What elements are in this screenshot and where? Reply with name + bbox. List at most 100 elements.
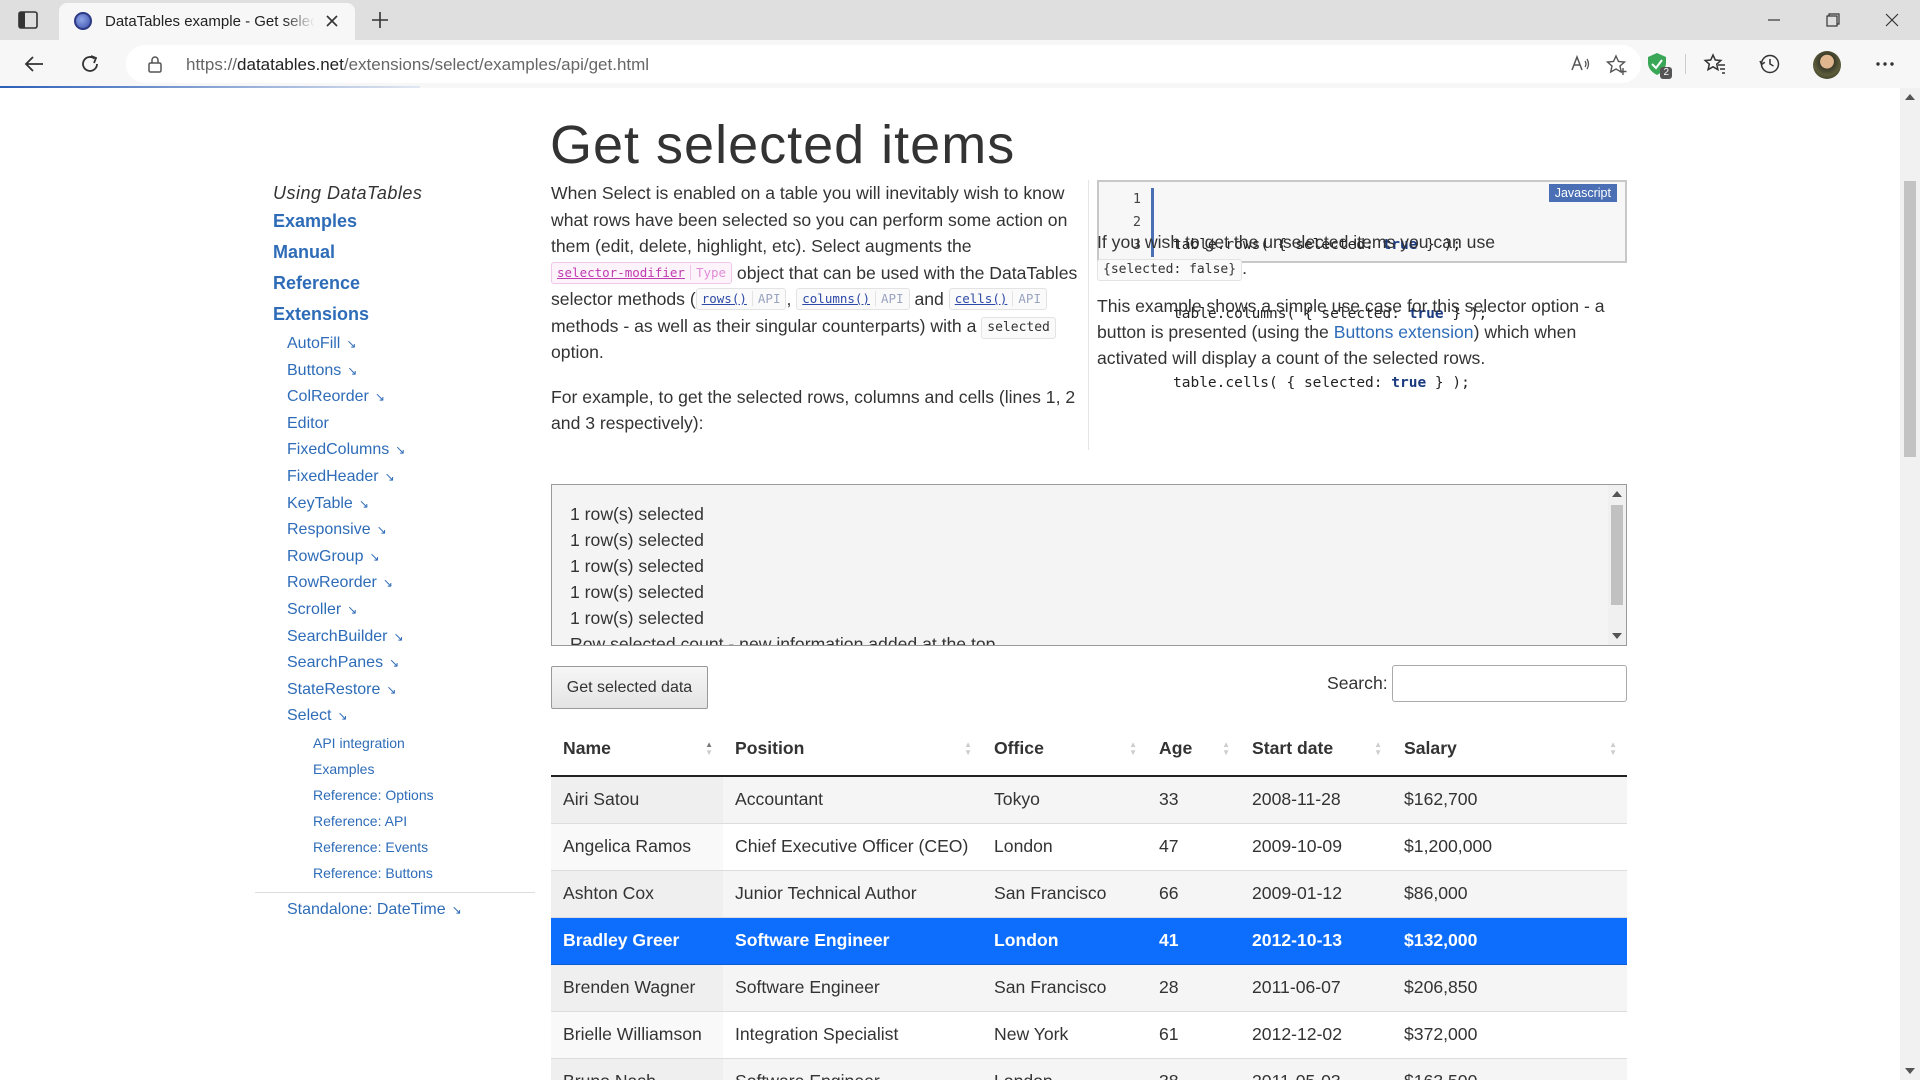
selector-modifier-type-link[interactable]: selector-modifier Type [551, 261, 733, 284]
sidebar-item-buttons[interactable]: Buttons ↘ [287, 362, 357, 380]
rows-api-link[interactable]: rows() API [695, 288, 787, 310]
cell-salary: $1,200,000 [1392, 823, 1627, 871]
sidebar-link-examples[interactable]: Examples [273, 211, 357, 232]
table-row[interactable]: Bruno NashSoftware EngineerLondon382011-… [551, 1058, 1627, 1080]
table-row-selected[interactable]: Bradley Greer Software Engineer London 41 20… [551, 917, 1627, 965]
profile-avatar[interactable] [1813, 51, 1841, 79]
sidebar-item-staterestore[interactable]: StateRestore ↘ [287, 681, 396, 699]
sidebar-item-editor[interactable]: Editor [287, 415, 329, 433]
cell-start: 2009-01-12 [1240, 870, 1392, 918]
column-header-salary[interactable]: Salary ▲ ▼ [1392, 722, 1627, 777]
sidebar-item-responsive[interactable]: Responsive ↘ [287, 521, 387, 539]
tab-actions-icon[interactable] [17, 9, 39, 31]
scroll-down-arrow-icon[interactable] [1612, 633, 1622, 639]
select-subitem-reference-options[interactable]: Reference: Options [313, 787, 434, 803]
table-search-input[interactable] [1392, 665, 1627, 702]
page-scroll-down-icon[interactable] [1905, 1068, 1915, 1074]
sort-indicator-icon: ▲ ▼ [1609, 740, 1617, 757]
minimize-window-icon[interactable] [1746, 0, 1802, 40]
restore-window-icon[interactable] [1805, 0, 1861, 40]
column-header-position[interactable]: Position ▲ ▼ [723, 722, 982, 777]
sidebar-item-fixedheader[interactable]: FixedHeader ↘ [287, 468, 395, 486]
external-arrow-icon: ↘ [346, 337, 357, 351]
tab-title: DataTables example - Get selected items [105, 13, 315, 30]
page-title: Get selected items [550, 115, 1016, 175]
log-scrollbar-thumb[interactable] [1611, 505, 1623, 605]
sidebar-item-searchpanes[interactable]: SearchPanes ↘ [287, 654, 399, 672]
sidebar-item-autofill[interactable]: AutoFill ↘ [287, 335, 356, 353]
get-selected-data-button[interactable]: Get selected data [551, 666, 708, 709]
scroll-up-arrow-icon[interactable] [1612, 491, 1622, 497]
selection-log-box[interactable]: 1 row(s) selected 1 row(s) selected 1 ro… [551, 484, 1627, 646]
read-aloud-icon[interactable] [1569, 53, 1591, 75]
add-favorite-star-icon[interactable] [1605, 53, 1629, 77]
sidebar-item-rowreorder[interactable]: RowReorder ↘ [287, 574, 393, 592]
select-subitem-reference-buttons[interactable]: Reference: Buttons [313, 865, 433, 881]
intro-text-c: methods - as well as their singular coun… [551, 315, 982, 336]
sidebar-item-label: KeyTable [287, 494, 353, 512]
unselected-code: {selected: false} [1097, 259, 1243, 281]
select-subitem-reference-events[interactable]: Reference: Events [313, 839, 428, 855]
unselected-text-b: . [1242, 258, 1247, 278]
close-window-icon[interactable] [1864, 0, 1920, 40]
page-scroll-up-icon[interactable] [1905, 94, 1915, 100]
table-row[interactable]: Brenden Wagner Software Engineer San Franc… [551, 964, 1627, 1012]
log-line: 1 row(s) selected [570, 608, 704, 628]
log-line: Row selected count - new information add… [570, 634, 996, 646]
buttons-extension-link[interactable]: Buttons extension [1334, 322, 1474, 342]
history-icon[interactable] [1758, 52, 1782, 76]
table-row[interactable]: Ashton Cox Junior Technical Author San Fra… [551, 870, 1627, 918]
refresh-icon[interactable] [78, 52, 102, 76]
external-arrow-icon: ↘ [347, 363, 358, 378]
sidebar-link-extensions[interactable]: Extensions [273, 304, 369, 325]
address-bar[interactable]: https://datatables.net/extensions/select… [126, 45, 1641, 83]
extension-shield-icon[interactable]: 2 [1644, 51, 1672, 79]
external-arrow-icon: ↘ [369, 549, 380, 564]
sidebar-item-standalone-datetime[interactable]: Standalone: DateTime ↘ [287, 901, 462, 919]
datatables-favicon-icon [74, 12, 92, 30]
more-options-icon[interactable] [1873, 52, 1897, 76]
lock-icon[interactable] [146, 55, 164, 73]
columns-api-label: columns() [802, 291, 870, 306]
sidebar-link-reference[interactable]: Reference [273, 273, 360, 294]
table-row[interactable]: Airi Satou Accountant Tokyo 33 2008-11-28 $16… [551, 776, 1627, 824]
sidebar-separator [255, 892, 535, 893]
column-header-name[interactable]: Name ▲ ▼ [551, 722, 723, 777]
sidebar-item-colreorder[interactable]: ColReorder ↘ [287, 388, 385, 406]
sidebar-item-label: FixedColumns [287, 441, 390, 459]
columns-api-link[interactable]: columns() API [796, 288, 910, 310]
table-row[interactable]: Brielle Williamson Integration Specialist… [551, 1011, 1627, 1059]
external-arrow-icon: ↘ [374, 390, 385, 405]
table-row[interactable]: Angelica Ramos Chief Executive Officer (C… [551, 823, 1627, 871]
page-scrollbar-thumb[interactable] [1904, 181, 1916, 457]
employees-table: Name ▲ ▼ Position ▲ ▼ Office ▲ ▼ Age ▲ ▼ Start d… [551, 722, 1627, 1080]
new-tab-plus-icon[interactable] [368, 8, 392, 32]
column-header-start-date[interactable]: Start date ▲ ▼ [1240, 722, 1392, 777]
sidebar-item-searchbuilder[interactable]: SearchBuilder ↘ [287, 628, 404, 646]
sidebar-item-scroller[interactable]: Scroller ↘ [287, 601, 357, 619]
select-subitem-api-integration[interactable]: API integration [313, 735, 405, 751]
favorites-icon[interactable] [1703, 52, 1727, 76]
column-divider [1088, 180, 1089, 450]
column-header-age[interactable]: Age ▲ ▼ [1147, 722, 1240, 777]
page-scrollbar[interactable] [1900, 88, 1920, 1080]
sidebar-item-label: AutoFill [287, 335, 341, 352]
cells-api-link[interactable]: cells() API [948, 288, 1047, 310]
sidebar-item-rowgroup[interactable]: RowGroup ↘ [287, 548, 380, 566]
sidebar-item-label: Editor [287, 414, 329, 432]
intro-text-d: option. [551, 342, 604, 362]
close-tab-icon[interactable] [323, 12, 341, 30]
sidebar-item-fixedcolumns[interactable]: FixedColumns ↘ [287, 441, 405, 459]
url-text[interactable]: https://datatables.net/extensions/select… [186, 55, 649, 75]
external-arrow-icon: ↘ [395, 443, 406, 458]
sidebar-item-select[interactable]: Select ↘ [287, 707, 348, 725]
log-scrollbar[interactable] [1608, 485, 1626, 645]
back-arrow-icon[interactable] [22, 52, 46, 76]
sidebar-item-keytable[interactable]: KeyTable ↘ [287, 495, 369, 513]
select-subitem-examples[interactable]: Examples [313, 761, 374, 777]
column-header-office[interactable]: Office ▲ ▼ [982, 722, 1147, 777]
sidebar-link-manual[interactable]: Manual [273, 242, 335, 263]
select-subitem-reference-api[interactable]: Reference: API [313, 813, 407, 829]
sort-indicator-icon: ▲ ▼ [964, 740, 972, 757]
browser-tab-active[interactable]: DataTables example - Get selected items [59, 3, 355, 40]
